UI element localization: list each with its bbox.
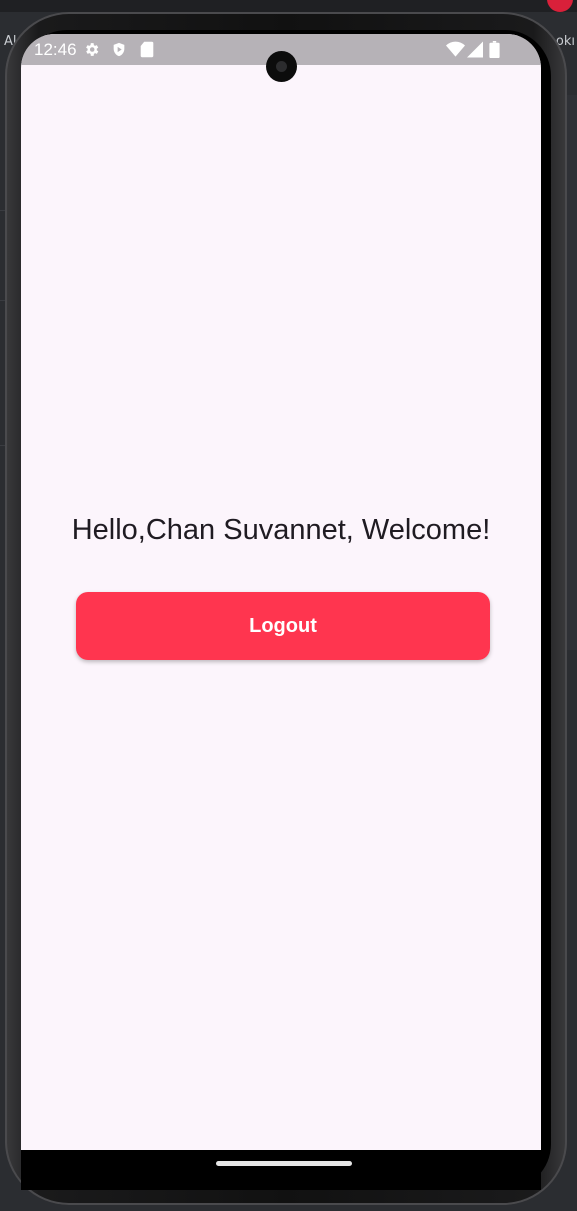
wifi-icon [446,41,465,57]
gesture-nav-bar [21,1150,541,1190]
status-time: 12:46 [34,40,77,59]
gear-icon [86,43,99,56]
front-camera [266,51,297,82]
logout-button[interactable]: Logout [76,592,490,660]
app-screen: 12:46 Hello,Chan Suvannet, Welcome! Logo… [21,34,541,1150]
signal-icon [467,41,483,58]
sd-card-icon [140,41,154,58]
welcome-message: Hello,Chan Suvannet, Welcome! [71,514,491,546]
battery-icon [489,41,500,58]
desktop-titlebar [0,0,577,12]
home-gesture-handle[interactable] [216,1161,352,1166]
shield-play-icon [113,42,125,57]
